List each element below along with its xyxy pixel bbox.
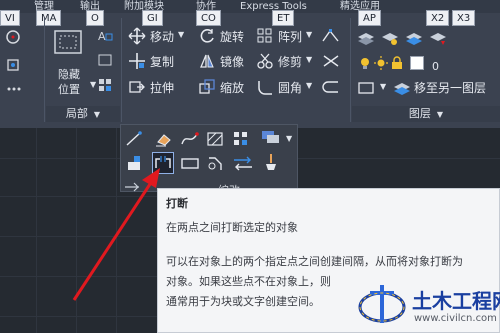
offset-icon[interactable] xyxy=(320,78,342,96)
array-label[interactable]: 阵列 xyxy=(278,28,302,45)
layer-state-icon[interactable] xyxy=(380,28,400,46)
text-tool-icon[interactable]: A xyxy=(96,28,114,44)
join-icon[interactable] xyxy=(180,154,200,172)
layer-panel-bar[interactable]: 图层 ▼ xyxy=(352,106,500,122)
fillet-icon[interactable] xyxy=(256,78,274,96)
ribbon-separator xyxy=(44,18,45,122)
position-label[interactable]: 位置 xyxy=(58,81,80,97)
local-panel-caret-icon: ▼ xyxy=(93,110,101,119)
move-dropdown-icon[interactable]: ▼ xyxy=(178,30,184,39)
explode-icon[interactable] xyxy=(320,52,342,70)
ribbon-separator xyxy=(121,18,122,122)
mirror-icon[interactable] xyxy=(198,52,216,70)
local-panel-label: 局部 xyxy=(65,107,88,120)
array-dropdown-icon[interactable]: ▼ xyxy=(306,30,312,39)
stretch-icon[interactable] xyxy=(128,78,146,96)
copy-icon[interactable] xyxy=(128,52,146,70)
keytip-x3: X3 xyxy=(452,10,476,26)
annotation-arrow-icon xyxy=(72,168,160,301)
hide-label[interactable]: 隐藏 xyxy=(58,66,80,82)
layer-dropdown-icon[interactable]: ▼ xyxy=(380,82,386,91)
keytip-ma: MA xyxy=(36,10,62,26)
grid-line xyxy=(36,128,37,333)
make-current-icon[interactable] xyxy=(356,80,376,96)
tooltip-detail-line: 对象。如果这些点不在对象上，则 xyxy=(166,275,331,288)
trim-dropdown-icon[interactable]: ▼ xyxy=(306,55,312,64)
edit-array-icon[interactable] xyxy=(232,130,252,148)
current-layer-name[interactable]: 0 xyxy=(432,60,439,73)
isolate-big-icon[interactable] xyxy=(52,28,86,58)
rotate-icon[interactable] xyxy=(198,27,216,45)
keytip-ap: AP xyxy=(358,10,381,26)
menu-bar: 管理 输出 附加模块 协作 Express Tools 精选应用 xyxy=(0,0,500,13)
layer-iso-icon[interactable] xyxy=(428,28,448,46)
keytip-vi: VI xyxy=(0,10,20,26)
snap-tool-icon[interactable] xyxy=(4,56,24,74)
layer-properties-icon[interactable] xyxy=(356,28,376,46)
fillet-label[interactable]: 圆角 xyxy=(278,79,302,96)
layer-freeze-sun-icon[interactable] xyxy=(374,56,388,70)
chamfer-icon[interactable] xyxy=(206,154,226,172)
stretch-label[interactable]: 拉伸 xyxy=(150,79,174,96)
edit-pline-icon[interactable] xyxy=(320,27,342,45)
local-panel-bar[interactable]: 局部 ▼ xyxy=(46,106,120,122)
ribbon-separator xyxy=(350,18,351,122)
grid-tool-icon[interactable] xyxy=(96,76,114,92)
keytip-x2: X2 xyxy=(426,10,450,26)
watermark: 土木工程网 www.civilcn.com xyxy=(356,279,500,331)
watermark-title: 土木工程网 xyxy=(412,289,500,313)
reverse-icon[interactable] xyxy=(232,154,254,172)
layer-panel-label: 图层 xyxy=(408,107,431,120)
keytip-gi: GI xyxy=(142,10,163,26)
tooltip-description: 在两点之间打断选定的对象 xyxy=(166,221,298,234)
fillet-dropdown-icon[interactable]: ▼ xyxy=(306,81,312,90)
scale-label[interactable]: 缩放 xyxy=(220,79,244,96)
block-tool-icon[interactable] xyxy=(96,52,114,68)
keytip-co: CO xyxy=(196,10,221,26)
rotate-label[interactable]: 旋转 xyxy=(220,28,244,45)
tooltip-detail-line: 通常用于为块或文字创建空间。 xyxy=(166,295,320,308)
tooltip-detail-line: 可以在对象上的两个指定点之间创建间隔，从而将对象打断为 xyxy=(166,255,463,268)
edit-hatch-icon[interactable] xyxy=(206,130,226,148)
lengthen-icon[interactable] xyxy=(124,130,144,148)
layer-panel-caret-icon: ▼ xyxy=(436,110,444,119)
array-icon[interactable] xyxy=(256,27,274,45)
move-to-layer-icon[interactable] xyxy=(392,78,412,96)
trim-label[interactable]: 修剪 xyxy=(278,53,302,70)
watermark-url: www.civilcn.com xyxy=(414,313,497,324)
svg-text:A: A xyxy=(98,30,106,43)
keytip-o: O xyxy=(86,10,104,26)
layer-match-icon[interactable] xyxy=(404,28,424,46)
circle-tool-icon[interactable] xyxy=(4,28,24,46)
keytip-et: ET xyxy=(272,10,295,26)
layer-on-bulb-icon[interactable] xyxy=(358,56,372,70)
edit-spline-icon[interactable] xyxy=(180,130,200,148)
draworder-dropdown-icon[interactable]: ▼ xyxy=(286,134,292,143)
trim-icon[interactable] xyxy=(256,52,274,70)
mirror-label[interactable]: 镜像 xyxy=(220,53,244,70)
erase-icon[interactable] xyxy=(154,130,174,148)
copy-label[interactable]: 复制 xyxy=(150,53,174,70)
dots-tool-icon[interactable] xyxy=(4,80,24,98)
move-icon[interactable] xyxy=(128,27,146,45)
civilcn-logo-icon xyxy=(358,285,406,323)
move-label[interactable]: 移动 xyxy=(150,28,174,45)
layer-lock-icon[interactable] xyxy=(390,56,404,70)
draworder-icon[interactable] xyxy=(260,128,286,146)
scale-icon[interactable] xyxy=(198,78,216,96)
layer-color-swatch[interactable] xyxy=(410,56,424,70)
overkill-brush-icon[interactable] xyxy=(262,152,280,172)
move-to-layer-label[interactable]: 移至另一图层 xyxy=(414,79,486,96)
